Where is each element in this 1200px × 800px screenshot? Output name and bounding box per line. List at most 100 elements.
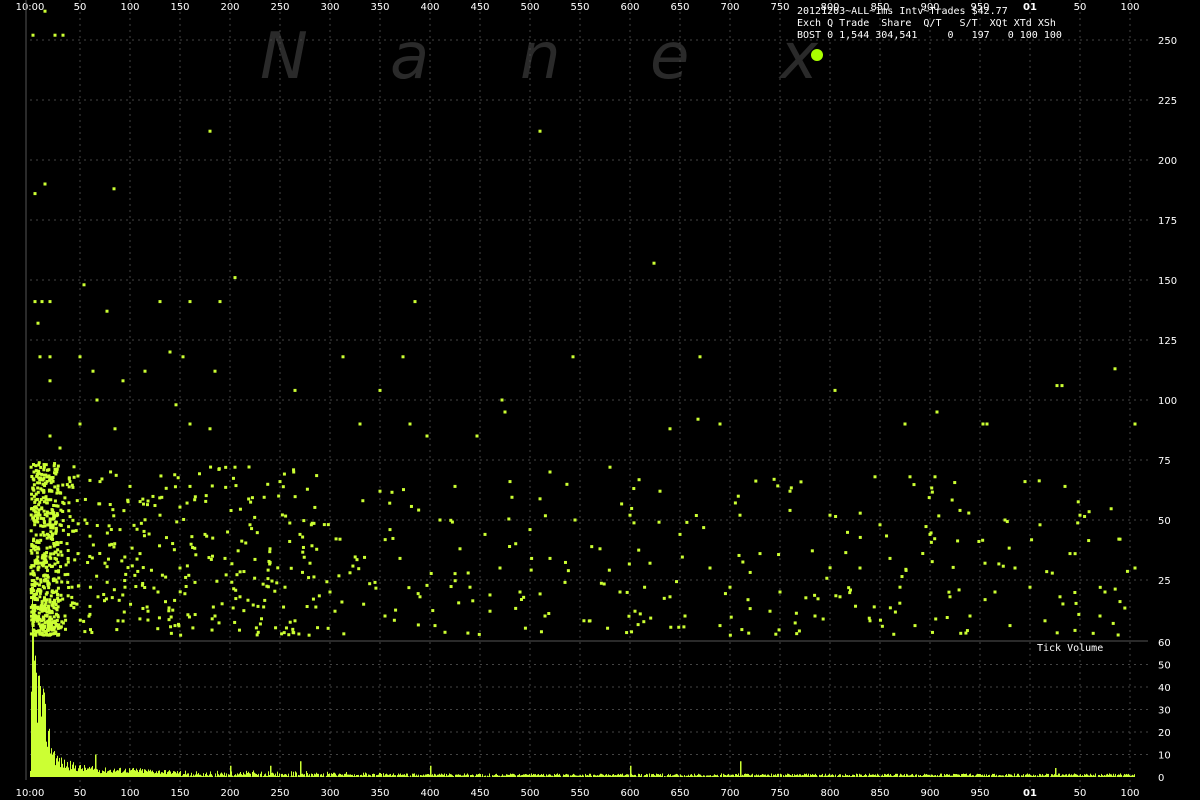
volume-bar: [1031, 775, 1032, 777]
volume-bar: [151, 771, 152, 777]
scatter-point: [33, 300, 37, 304]
volume-bar: [596, 775, 597, 777]
volume-bar: [670, 774, 671, 777]
scatter-point: [39, 487, 43, 491]
volume-bar: [607, 775, 608, 777]
scatter-point: [184, 585, 188, 589]
scatter-point: [197, 472, 201, 476]
volume-bar: [229, 774, 230, 777]
scatter-point: [231, 606, 235, 610]
scatter-point: [262, 495, 266, 499]
volume-bar: [41, 716, 42, 777]
scatter-point: [45, 628, 49, 632]
scatter-point: [50, 525, 54, 529]
volume-bar: [964, 774, 965, 777]
volume-bar: [807, 775, 808, 777]
volume-bar: [688, 774, 689, 777]
volume-bar: [111, 772, 112, 777]
scatter-point: [158, 544, 162, 548]
scatter-point: [32, 564, 36, 568]
volume-bar: [472, 774, 473, 777]
scatter-point: [120, 559, 124, 563]
volume-bar: [451, 774, 452, 777]
scatter-point: [78, 618, 82, 622]
scatter-point: [44, 554, 48, 558]
scatter-point: [466, 571, 470, 575]
volume-bar: [353, 776, 354, 777]
scatter-point: [838, 595, 842, 599]
volume-bar: [39, 675, 40, 777]
volume-bar: [104, 771, 105, 777]
volume-bar: [180, 771, 181, 777]
volume-bar: [131, 769, 132, 777]
volume-bar: [221, 772, 222, 777]
volume-bar: [1000, 775, 1001, 777]
scatter-point: [893, 610, 897, 614]
scatter-point: [50, 564, 54, 568]
volume-bar: [208, 775, 209, 777]
scatter-point: [42, 517, 46, 521]
volume-bar: [143, 772, 144, 777]
scatter-point: [311, 597, 315, 601]
volume-bar: [108, 770, 109, 777]
volume-bar: [1001, 775, 1002, 777]
scatter-point: [333, 609, 337, 613]
scatter-point: [42, 574, 46, 578]
volume-bar: [1071, 774, 1072, 777]
x-tick-label-bottom: 250: [270, 788, 289, 799]
volume-bar: [287, 776, 288, 777]
scatter-point: [33, 545, 37, 549]
volume-bar: [348, 774, 349, 777]
scatter-point: [53, 33, 57, 37]
scatter-point: [292, 468, 296, 472]
scatter-point: [134, 585, 138, 589]
volume-bar: [987, 776, 988, 777]
scatter-point: [132, 523, 136, 527]
volume-bar: [298, 774, 299, 777]
x-tick-label-bottom: 950: [970, 788, 989, 799]
volume-bar: [484, 775, 485, 777]
volume-bar: [528, 774, 529, 777]
legend-title: 20121203~ALL~1ms Intv~Trades $42.77: [797, 6, 1008, 17]
scatter-point: [54, 504, 58, 508]
scatter-point: [46, 523, 50, 527]
scatter-point: [169, 615, 173, 619]
volume-bar: [362, 775, 363, 777]
volume-bar: [476, 774, 477, 777]
scatter-point: [175, 520, 179, 524]
volume-bar: [138, 772, 139, 777]
volume-bar: [57, 755, 58, 777]
scatter-point: [55, 470, 59, 474]
scatter-point: [97, 502, 101, 506]
scatter-point: [680, 555, 684, 559]
volume-bar: [68, 767, 69, 777]
scatter-point: [1005, 520, 1009, 524]
volume-bar: [466, 774, 467, 777]
scatter-point: [36, 566, 40, 570]
volume-bar: [90, 768, 91, 777]
scatter-point: [810, 549, 814, 553]
scatter-point: [310, 544, 314, 548]
scatter-point: [337, 574, 341, 578]
volume-bar: [857, 774, 858, 777]
volume-bar: [578, 775, 579, 777]
volume-bar: [720, 774, 721, 777]
scatter-point: [48, 355, 52, 359]
volume-bar: [101, 773, 102, 777]
volume-bar: [576, 775, 577, 777]
scatter-point: [59, 540, 63, 544]
volume-bar: [226, 773, 227, 777]
volume-bar: [245, 774, 246, 777]
volume-bar: [765, 774, 766, 777]
scatter-point: [514, 606, 518, 610]
scatter-point: [268, 561, 272, 565]
volume-bar: [294, 776, 295, 777]
volume-bar: [345, 773, 346, 777]
scatter-point: [42, 533, 46, 537]
volume-bar: [299, 775, 300, 777]
volume-bar: [546, 774, 547, 777]
volume-bar: [55, 765, 56, 777]
volume-bar: [920, 775, 921, 777]
volume-bar: [256, 773, 257, 777]
scatter-point: [407, 586, 411, 590]
